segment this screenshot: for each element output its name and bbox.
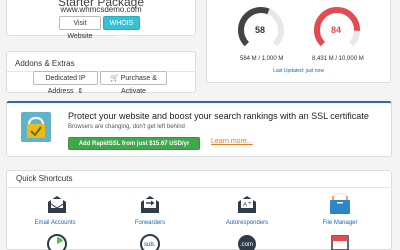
file-manager-icon[interactable]	[329, 193, 351, 215]
disk-usage-percent: 58	[255, 25, 266, 35]
addon-domain-icon[interactable]: .com	[237, 234, 257, 250]
calendar-icon[interactable]	[330, 234, 350, 250]
ssl-lock-icon	[21, 112, 51, 142]
quick-shortcuts-divider	[6, 187, 392, 188]
clock-icon[interactable]	[47, 234, 67, 250]
package-domain: www.whmcsdemo.com	[60, 5, 142, 14]
quick-shortcuts-title: Quick Shortcuts	[16, 174, 73, 183]
visit-website-button[interactable]: Visit Website	[59, 16, 101, 40]
ssl-subtitle: Browsers are changing, don't get left be…	[68, 124, 185, 130]
purchase-activate-button[interactable]: 🛒 Purchase & Activate	[100, 71, 167, 95]
disk-usage-label: 584 M / 1,000 M	[240, 56, 284, 62]
add-rapidssl-button[interactable]: Add RapidSSL from just $15.67 USD/yr	[68, 137, 200, 150]
svg-text:+: +	[248, 201, 252, 207]
svg-text:.com: .com	[240, 242, 253, 248]
bandwidth-usage-percent: 84	[331, 25, 342, 35]
select-arrows-icon: ⇕	[75, 88, 84, 95]
svg-text:sub.: sub.	[144, 242, 156, 248]
subdomain-icon[interactable]: sub.	[140, 234, 160, 250]
shortcut-autoresponders[interactable]: Autoresponders	[217, 220, 277, 226]
svg-text:A: A	[243, 203, 247, 209]
autoresponders-icon[interactable]: A +	[236, 194, 258, 214]
shortcut-email-accounts[interactable]: Email Accounts	[25, 220, 85, 226]
ssl-title: Protect your website and boost your sear…	[68, 111, 369, 121]
addons-title: Addons & Extras	[15, 59, 75, 68]
whois-info-button[interactable]: WHOIS Info	[103, 16, 140, 40]
last-updated-link[interactable]: Last Updated: just now	[206, 68, 391, 74]
email-icon[interactable]	[46, 194, 68, 214]
learn-more-link[interactable]: Learn more...	[211, 138, 253, 145]
cart-icon: 🛒	[110, 75, 119, 82]
forwarders-icon[interactable]	[139, 194, 161, 214]
shortcut-file-manager[interactable]: File Manager	[310, 220, 370, 226]
shortcut-forwarders[interactable]: Forwarders	[120, 220, 180, 226]
bandwidth-usage-label: 8,431 M / 10,000 M	[312, 56, 364, 62]
package-panel: Starter Package www.whmcsdemo.com	[6, 0, 196, 36]
dedicated-ip-select[interactable]: Dedicated IP Address ⇕	[33, 71, 98, 95]
